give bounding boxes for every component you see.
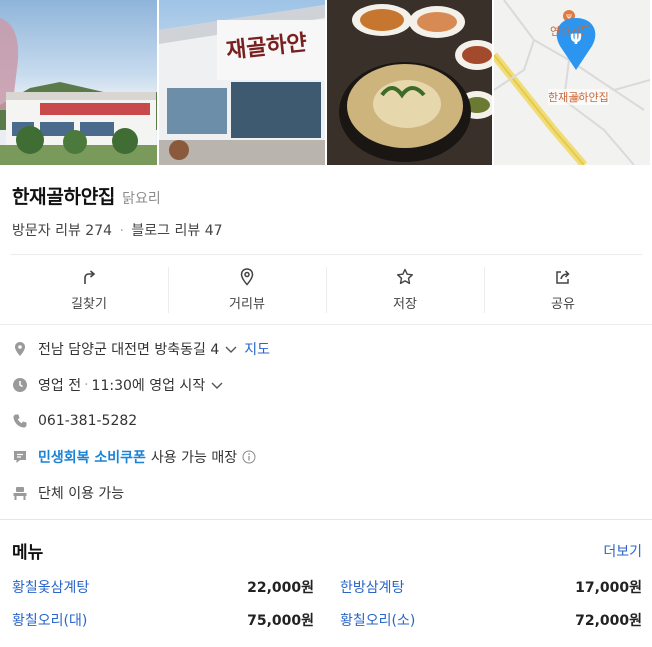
menu-item-name[interactable]: 황칠오리(소) xyxy=(340,610,415,630)
coupon-suffix: 사용 가능 매장 xyxy=(150,450,238,466)
photo-strip[interactable]: 재골하얀 Ψ Ψ 연화가든 한재골하얀집 xyxy=(0,0,652,165)
review-separator: · xyxy=(119,223,124,239)
menu-title: 메뉴 xyxy=(12,543,44,563)
menu-item-name[interactable]: 한방삼계탕 xyxy=(340,577,404,597)
share-icon xyxy=(556,270,570,284)
place-name[interactable]: 한재골하얀집 xyxy=(12,182,115,209)
street-view-pin-icon xyxy=(240,268,254,286)
menu-item[interactable]: 황칠옻삼계탕 22,000원 xyxy=(12,577,314,597)
save-button[interactable]: 저장 xyxy=(326,255,484,324)
hours-separator: · xyxy=(84,377,89,393)
directions-label: 길찾기 xyxy=(71,297,107,312)
share-button[interactable]: 공유 xyxy=(484,255,642,324)
action-bar: 길찾기 거리뷰 저장 공유 xyxy=(10,254,642,324)
menu-item-price: 17,000원 xyxy=(575,580,642,596)
menu-item-name[interactable]: 황칠오리(대) xyxy=(12,610,87,630)
chevron-down-icon[interactable] xyxy=(210,378,224,392)
menu-more-link[interactable]: 더보기 xyxy=(603,541,642,561)
visitor-review-link[interactable]: 방문자 리뷰 274 xyxy=(12,223,112,239)
share-label: 공유 xyxy=(551,297,575,312)
food-samgyetang-photo[interactable] xyxy=(327,0,492,165)
menu-item-price: 72,000원 xyxy=(575,613,642,629)
map-link[interactable]: 지도 xyxy=(244,339,270,359)
restaurant-exterior-photo[interactable] xyxy=(0,0,157,165)
menu-item[interactable]: 황칠오리(소) 72,000원 xyxy=(340,610,642,630)
phone-icon xyxy=(13,414,27,428)
place-category: 닭요리 xyxy=(122,191,161,207)
star-icon xyxy=(397,268,413,285)
coupon-row: 민생회복 소비쿠폰 사용 가능 매장 xyxy=(12,439,640,475)
clock-icon xyxy=(13,378,27,392)
directions-button[interactable]: 길찾기 xyxy=(10,255,168,324)
menu-section: 메뉴 더보기 황칠옻삼계탕 22,000원 한방삼계탕 17,000원 황칠오리… xyxy=(0,520,652,630)
menu-item[interactable]: 한방삼계탕 17,000원 xyxy=(340,577,642,597)
map-pin-label: 한재골하얀집 xyxy=(548,89,609,105)
location-pin-icon xyxy=(15,342,25,356)
coupon-name[interactable]: 민생회복 소비쿠폰 xyxy=(38,447,146,467)
menu-list: 황칠옻삼계탕 22,000원 한방삼계탕 17,000원 황칠오리(대) 75,… xyxy=(12,577,642,630)
blog-review-link[interactable]: 블로그 리뷰 47 xyxy=(131,223,222,239)
street-view-label: 거리뷰 xyxy=(229,297,265,312)
chevron-down-icon[interactable] xyxy=(224,342,238,356)
save-label: 저장 xyxy=(393,297,417,312)
menu-item-name[interactable]: 황칠옻삼계탕 xyxy=(12,577,89,597)
review-counts: 방문자 리뷰 274 · 블로그 리뷰 47 xyxy=(12,220,640,240)
menu-item[interactable]: 황칠오리(대) 75,000원 xyxy=(12,610,314,630)
group-available: 단체 이용 가능 xyxy=(38,486,125,502)
business-status: 영업 전 xyxy=(38,378,82,394)
menu-header: 메뉴 더보기 xyxy=(12,538,642,563)
map-poi-label: 연화가든 xyxy=(550,25,591,38)
address-text[interactable]: 전남 담양군 대전면 방축동길 4 xyxy=(38,339,219,359)
street-view-button[interactable]: 거리뷰 xyxy=(168,255,326,324)
group-seating-icon xyxy=(13,487,27,500)
place-header: 한재골하얀집 닭요리 방문자 리뷰 274 · 블로그 리뷰 47 xyxy=(0,165,652,240)
info-icon[interactable] xyxy=(242,450,256,464)
address-row: 전남 담양군 대전면 방축동길 4 지도 xyxy=(12,331,640,367)
business-hours[interactable]: 11:30에 영업 시작 xyxy=(92,375,206,395)
menu-item-price: 22,000원 xyxy=(247,580,314,596)
title-row: 한재골하얀집 닭요리 xyxy=(12,182,640,209)
group-row: 단체 이용 가능 xyxy=(12,475,640,511)
phone-number[interactable]: 061-381-5282 xyxy=(38,413,137,429)
message-icon xyxy=(14,451,26,463)
phone-row: 061-381-5282 xyxy=(12,403,640,439)
menu-item-price: 75,000원 xyxy=(247,613,314,629)
map-thumbnail[interactable]: Ψ Ψ 연화가든 한재골하얀집 xyxy=(494,0,650,165)
directions-icon xyxy=(84,270,96,284)
place-info: 전남 담양군 대전면 방축동길 4 지도 영업 전 · 11:30에 영업 시작… xyxy=(0,325,652,511)
hours-row: 영업 전 · 11:30에 영업 시작 xyxy=(12,367,640,403)
restaurant-facade-photo[interactable]: 재골하얀 xyxy=(159,0,325,165)
